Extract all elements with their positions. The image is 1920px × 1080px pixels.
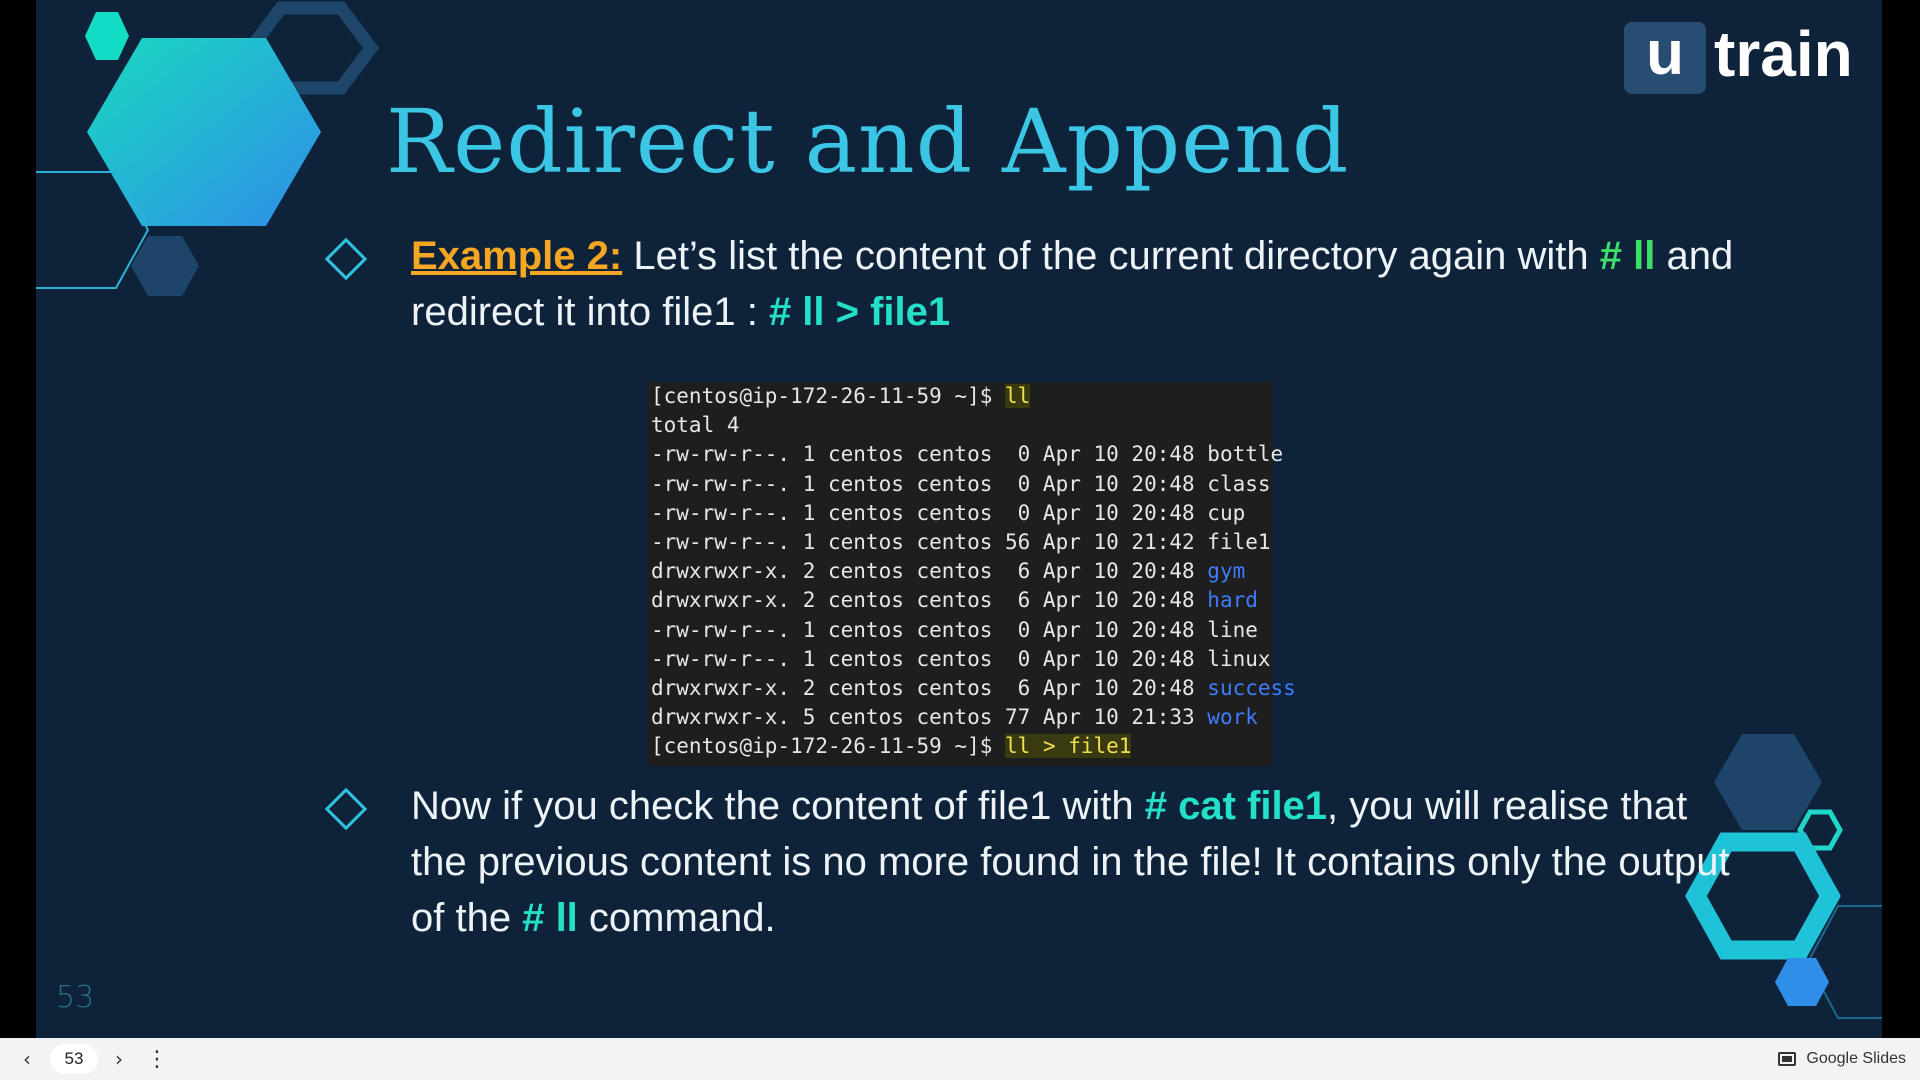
terminal-row: -rw-rw-r--. 1 centos centos 0 Apr 10 20:… [651, 471, 1271, 496]
example-label: Example 2: [411, 234, 623, 278]
terminal-command: ll > file1 [1005, 734, 1132, 759]
terminal-row: drwxrwxr-x. 5 centos centos 77 Apr 10 21… [651, 705, 1258, 730]
chevron-right-icon[interactable]: › [104, 1038, 134, 1080]
command-ll-redirect: # ll > file1 [768, 290, 951, 334]
directory-name: work [1207, 705, 1258, 730]
terminal-prompt: [centos@ip-172-26-11-59 ~]$ [651, 384, 1006, 408]
terminal-screenshot: [centos@ip-172-26-11-59 ~]$ ll total 4 -… [647, 382, 1296, 766]
terminal-row: -rw-rw-r--. 1 centos centos 0 Apr 10 20:… [651, 500, 1246, 525]
utrain-logo: u train [1624, 22, 1853, 94]
terminal-row: -rw-rw-r--. 1 centos centos 0 Apr 10 20:… [651, 646, 1271, 671]
slides-icon [1778, 1052, 1797, 1066]
chevron-left-icon[interactable]: ‹ [12, 1038, 42, 1080]
app-label: Google Slides [1806, 1050, 1906, 1067]
directory-name: success [1207, 676, 1296, 701]
file-name: line [1207, 617, 1258, 642]
bullet-text-part: Let’s list the content of the current di… [622, 234, 1600, 278]
slide-title: Redirect and Append [386, 90, 1350, 193]
directory-name: gym [1207, 559, 1246, 584]
terminal-total: total 4 [651, 413, 740, 438]
file-name: bottle [1207, 442, 1284, 467]
terminal-row: -rw-rw-r--. 1 centos centos 0 Apr 10 20:… [651, 442, 1284, 467]
file-name: class [1207, 471, 1271, 496]
logo-word: train [1714, 18, 1853, 90]
google-slides-link[interactable]: Google Slides [1778, 1038, 1906, 1080]
bullet-text-part: Now if you check the content of file1 wi… [411, 784, 1145, 828]
bullet-text: Example 2: Let’s list the content of the… [411, 228, 1741, 340]
bullet-text-part: command. [577, 896, 776, 940]
command-cat: # cat file1 [1144, 784, 1328, 828]
command-ll: # ll [1599, 234, 1656, 278]
hex-small-navy [131, 236, 199, 296]
hex-large-gradient [87, 38, 321, 226]
terminal-prompt: [centos@ip-172-26-11-59 ~]$ [651, 734, 1006, 759]
terminal-row: -rw-rw-r--. 1 centos centos 0 Apr 10 20:… [651, 617, 1258, 642]
logo-u: u [1624, 22, 1706, 94]
presenter-bar: ‹ 53 › ⋮ Google Slides [0, 1038, 1920, 1080]
page-indicator[interactable]: 53 [50, 1044, 98, 1074]
hex-br-blue [1775, 958, 1829, 1006]
command-ll: # ll [522, 896, 578, 940]
terminal-row: drwxrwxr-x. 2 centos centos 6 Apr 10 20:… [651, 676, 1296, 701]
terminal-row: drwxrwxr-x. 2 centos centos 6 Apr 10 20:… [651, 588, 1258, 613]
file-name: linux [1207, 646, 1271, 671]
terminal-row: drwxrwxr-x. 2 centos centos 6 Apr 10 20:… [651, 559, 1246, 584]
file-name: file1 [1207, 530, 1271, 555]
bullet-text: Now if you check the content of file1 wi… [411, 778, 1741, 946]
more-vert-icon[interactable]: ⋮ [144, 1038, 170, 1080]
slide: u train Redirect and Append Example 2: L… [36, 0, 1882, 1038]
hex-small-teal [85, 12, 129, 60]
directory-name: hard [1207, 588, 1258, 613]
terminal-row: -rw-rw-r--. 1 centos centos 56 Apr 10 21… [651, 530, 1271, 555]
file-name: cup [1207, 500, 1246, 525]
terminal-command: ll [1005, 384, 1031, 408]
slide-number: 53 [56, 980, 95, 1015]
